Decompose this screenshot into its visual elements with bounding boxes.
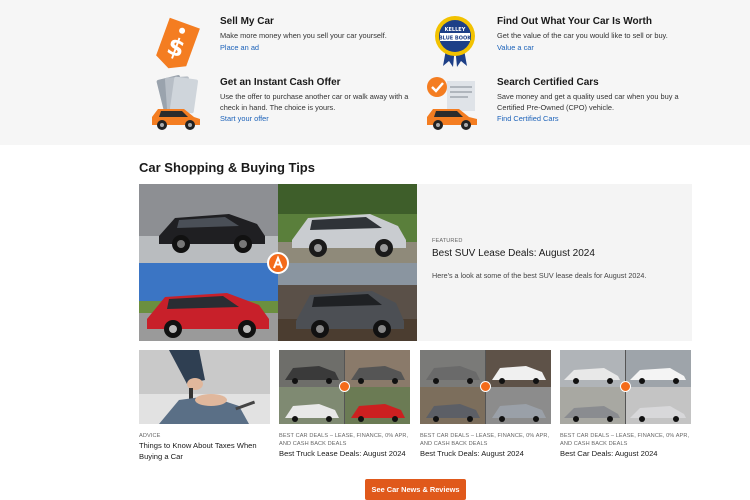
feature-title: Get an Instant Cash Offer bbox=[220, 77, 341, 88]
kelley-blue-book-icon: KELLEY BLUE BOOK bbox=[425, 12, 485, 70]
kbb-mid-text: BLUE BOOK bbox=[439, 36, 472, 42]
article-card[interactable]: BEST CAR DEALS – LEASE, FINANCE, 0% APR,… bbox=[279, 350, 410, 460]
truck-lease-article-image bbox=[279, 350, 410, 424]
feature-desc: Get the value of the car you would like … bbox=[497, 31, 668, 40]
card-title[interactable]: Best Truck Deals: August 2024 bbox=[420, 449, 551, 460]
featured-title[interactable]: Best SUV Lease Deals: August 2024 bbox=[432, 248, 677, 259]
card-eyebrow: BEST CAR DEALS – LEASE, FINANCE, 0% APR,… bbox=[420, 433, 550, 447]
suv-photo-black bbox=[139, 184, 278, 263]
feature-desc: Use the offer to purchase another car or… bbox=[220, 92, 409, 112]
certified-car-icon bbox=[425, 73, 485, 131]
price-tag-icon: $ bbox=[148, 12, 208, 70]
card-title[interactable]: Things to Know About Taxes When Buying a… bbox=[139, 441, 270, 462]
truck-deals-article-image bbox=[420, 350, 551, 424]
autotrader-badge-icon bbox=[267, 252, 289, 274]
start-your-offer-link[interactable]: Start your offer bbox=[220, 114, 420, 123]
card-eyebrow: ADVICE bbox=[139, 433, 161, 439]
feature-certified-cars: Search Certified Cars Save money and get… bbox=[425, 73, 697, 131]
suv-photo-silver bbox=[278, 184, 417, 263]
suv-photo-gray bbox=[278, 262, 417, 341]
autotrader-badge-icon bbox=[339, 381, 350, 392]
suv-photo-red bbox=[139, 262, 278, 341]
feature-desc: Save money and get a quality used car wh… bbox=[497, 92, 679, 112]
card-eyebrow: BEST CAR DEALS – LEASE, FINANCE, 0% APR,… bbox=[560, 433, 690, 447]
feature-desc: Make more money when you sell your car y… bbox=[220, 31, 387, 40]
place-an-ad-link[interactable]: Place an ad bbox=[220, 43, 420, 52]
autotrader-badge-icon bbox=[620, 381, 631, 392]
featured-desc: Here's a look at some of the best SUV le… bbox=[432, 271, 647, 280]
see-car-news-button[interactable]: See Car News & Reviews bbox=[365, 479, 466, 500]
car-deals-article-image bbox=[560, 350, 691, 424]
taxes-article-image bbox=[139, 350, 270, 424]
card-title[interactable]: Best Truck Lease Deals: August 2024 bbox=[279, 449, 410, 460]
featured-article-image[interactable] bbox=[139, 184, 417, 341]
feature-car-value: KELLEY BLUE BOOK Find Out What Your Car … bbox=[425, 12, 697, 70]
card-title[interactable]: Best Car Deals: August 2024 bbox=[560, 449, 691, 460]
cash-car-icon bbox=[148, 73, 208, 131]
section-title: Car Shopping & Buying Tips bbox=[139, 160, 315, 175]
article-card[interactable]: BEST CAR DEALS – LEASE, FINANCE, 0% APR,… bbox=[560, 350, 691, 460]
featured-article-card[interactable]: FEATURED Best SUV Lease Deals: August 20… bbox=[417, 184, 692, 341]
feature-title: Sell My Car bbox=[220, 16, 274, 27]
find-certified-cars-link[interactable]: Find Certified Cars bbox=[497, 114, 697, 123]
feature-title: Search Certified Cars bbox=[497, 77, 599, 88]
feature-instant-cash-offer: Get an Instant Cash Offer Use the offer … bbox=[148, 73, 420, 131]
article-card[interactable]: BEST CAR DEALS – LEASE, FINANCE, 0% APR,… bbox=[420, 350, 551, 460]
featured-eyebrow: FEATURED bbox=[432, 238, 463, 244]
kbb-top-text: KELLEY bbox=[445, 27, 466, 33]
feature-sell-my-car: $ Sell My Car Make more money when you s… bbox=[148, 12, 420, 70]
article-card[interactable]: ADVICE Things to Know About Taxes When B… bbox=[139, 350, 270, 462]
card-eyebrow: BEST CAR DEALS – LEASE, FINANCE, 0% APR,… bbox=[279, 433, 409, 447]
value-a-car-link[interactable]: Value a car bbox=[497, 43, 697, 52]
feature-title: Find Out What Your Car Is Worth bbox=[497, 16, 652, 27]
autotrader-badge-icon bbox=[480, 381, 491, 392]
